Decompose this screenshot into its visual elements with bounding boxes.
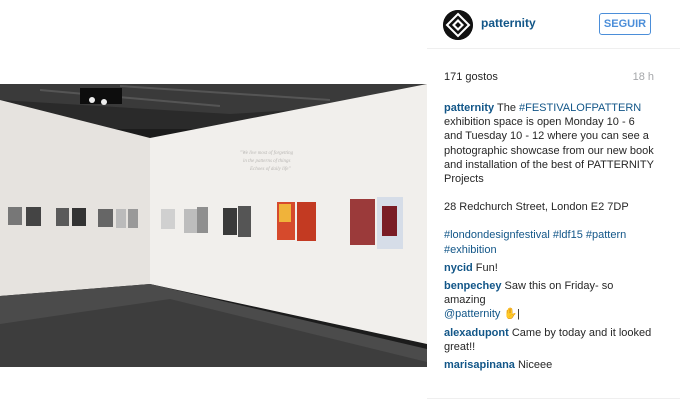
caption-username[interactable]: patternity [444, 102, 494, 114]
comment-divider [427, 398, 680, 399]
svg-text:"We live most of forgetting: "We live most of forgetting [240, 151, 294, 156]
comment-username[interactable]: nycid [444, 262, 473, 274]
avatar[interactable] [443, 10, 473, 40]
svg-text:in the patterns of things: in the patterns of things [243, 159, 291, 164]
post-header: patternity SEGUIR [427, 0, 680, 49]
comment-text: Niceee [517, 359, 553, 372]
comment-username[interactable]: alexadupont [444, 327, 509, 339]
likes-count[interactable]: 171 gostos [444, 71, 498, 83]
follow-button[interactable]: SEGUIR [599, 13, 651, 35]
caption-address: 28 Redchurch Street, London E2 7DP [444, 201, 629, 214]
hashtag-link[interactable]: #FESTIVALOFPATTERN [519, 102, 641, 114]
hashtags[interactable]: #londondesignfestival #ldf15 #pattern [444, 228, 654, 242]
post-sidebar: patternity SEGUIR 171 gostos 18 h patter… [427, 0, 680, 416]
comments-list: patternity The #FESTIVALOFPATTERN exhibi… [444, 101, 654, 372]
svg-text:Echoes of daily life": Echoes of daily life" [249, 167, 291, 172]
comment: alexadupont Came by today and it looked … [444, 326, 654, 354]
caption-text: exhibition space is open Monday 10 - 6 a… [444, 116, 654, 186]
time-ago[interactable]: 18 h [633, 71, 654, 83]
comment-username[interactable]: benpechey [444, 280, 501, 292]
caption-text: The [494, 102, 519, 114]
mention-link[interactable]: @patternity [444, 308, 500, 320]
comment-text: ✋| [500, 308, 521, 321]
comment: benpechey Saw this on Friday- so amazing… [444, 279, 654, 322]
comment: nycid Fun! [444, 261, 654, 275]
comment-username[interactable]: marisapinana [444, 359, 515, 371]
header-username[interactable]: patternity [481, 16, 536, 30]
comment: marisapinana Niceee [444, 358, 654, 372]
patternity-logo-icon [443, 10, 473, 40]
caption: patternity The #FESTIVALOFPATTERN exhibi… [444, 101, 654, 186]
comment-text: Fun! [475, 261, 498, 274]
hashtags[interactable]: #exhibition [444, 243, 654, 257]
post-photo[interactable]: "We live most of forgetting in the patte… [0, 84, 427, 367]
